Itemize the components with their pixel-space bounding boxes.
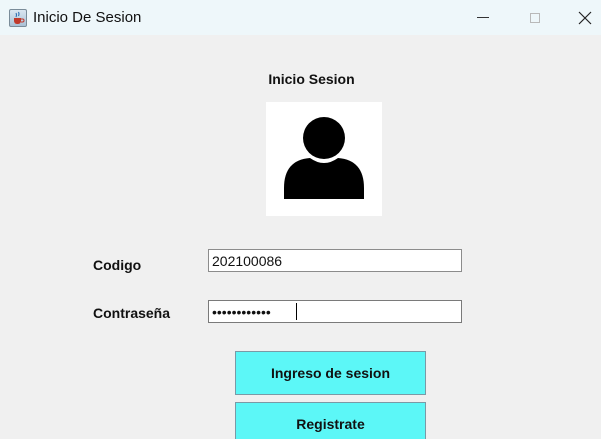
user-avatar xyxy=(266,102,382,216)
form-heading: Inicio Sesion xyxy=(268,71,355,87)
password-input[interactable] xyxy=(208,300,462,323)
codigo-label: Codigo xyxy=(93,257,142,273)
user-silhouette-icon xyxy=(284,117,364,199)
password-label: Contraseña xyxy=(93,305,171,321)
minimize-icon xyxy=(477,17,489,18)
close-button[interactable] xyxy=(562,0,601,35)
login-window: Inicio De Sesion Inicio Sesion Codigo Co… xyxy=(0,0,601,439)
minimize-button[interactable] xyxy=(460,0,506,35)
maximize-icon xyxy=(530,12,540,23)
text-caret xyxy=(296,303,297,320)
title-bar[interactable]: Inicio De Sesion xyxy=(0,0,601,35)
close-icon xyxy=(578,11,592,24)
register-button[interactable]: Registrate xyxy=(235,402,426,439)
java-cup-icon xyxy=(9,9,27,27)
login-button[interactable]: Ingreso de sesion xyxy=(235,351,426,395)
window-title: Inicio De Sesion xyxy=(33,9,142,26)
codigo-input[interactable] xyxy=(208,249,462,272)
maximize-button[interactable] xyxy=(512,0,558,35)
